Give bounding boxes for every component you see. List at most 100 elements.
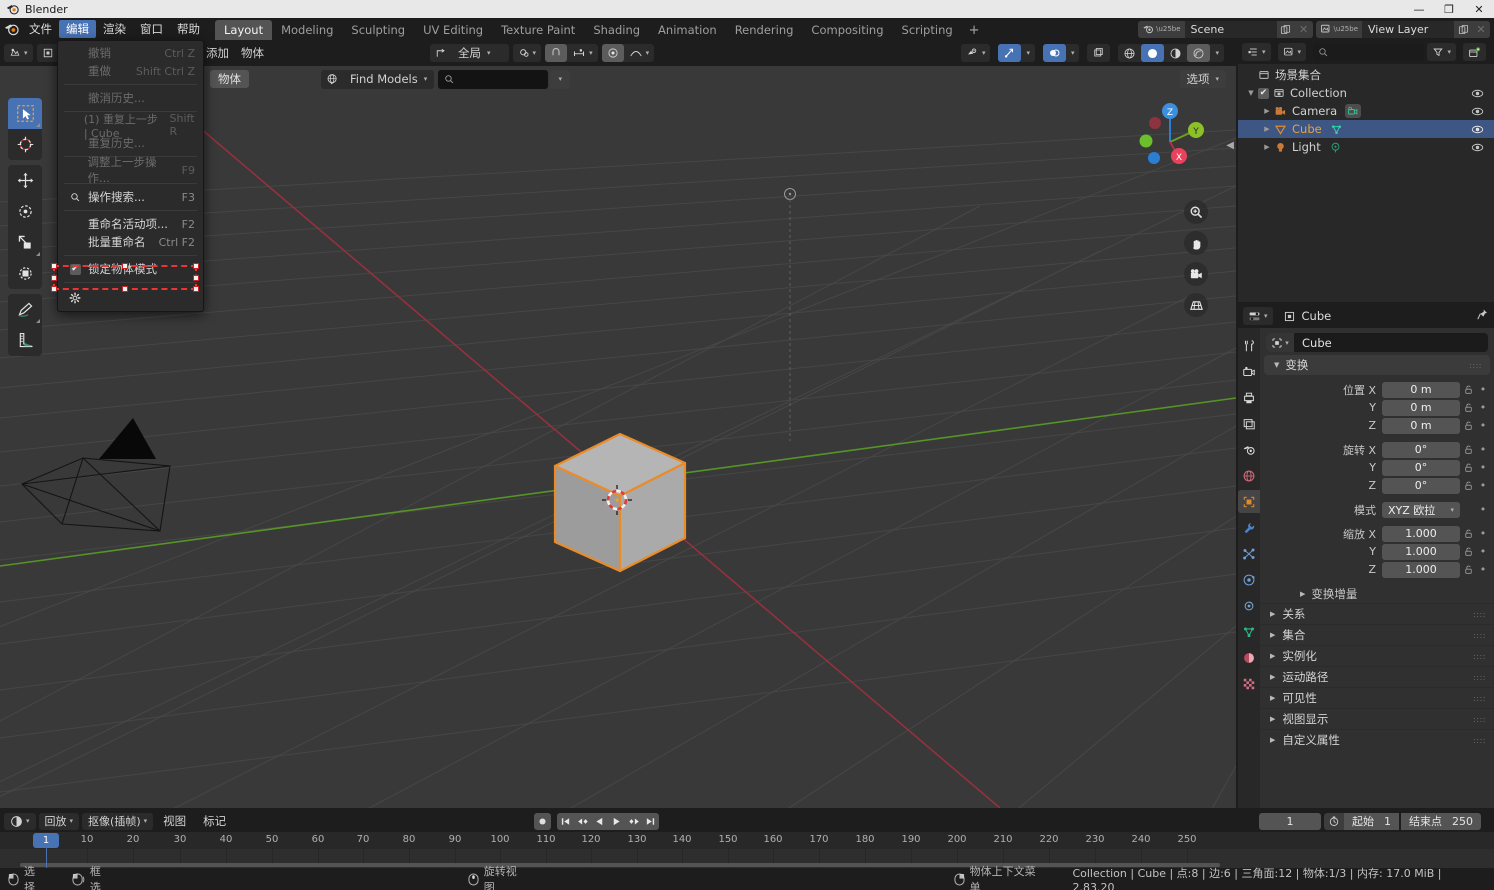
xray-group[interactable]	[1087, 44, 1111, 62]
eye-icon[interactable]	[1471, 141, 1484, 154]
tab-sculpting[interactable]: Sculpting	[342, 20, 414, 40]
current-frame-input[interactable]: 1	[1258, 812, 1321, 830]
interaction-mode-icon[interactable]	[37, 44, 59, 62]
panel-custom-properties[interactable]: ▶ 自定义属性 ::::	[1260, 729, 1494, 750]
object-context-pill[interactable]: 物体	[210, 70, 249, 88]
chevron-right-icon[interactable]: ▶	[1270, 673, 1275, 681]
properties-tab-scene[interactable]	[1238, 438, 1260, 461]
location-x-input[interactable]: 0 m	[1382, 381, 1460, 398]
viewlayer-icon[interactable]: \u25be	[1315, 20, 1362, 38]
unlink-scene-button[interactable]: ✕	[1294, 20, 1313, 38]
overlays-icon[interactable]	[1042, 44, 1066, 62]
location-z-input[interactable]: 0 m	[1382, 417, 1460, 434]
outliner-row-cube[interactable]: ▶ Cube	[1238, 120, 1494, 138]
outliner-editor[interactable]: ▾ ▾ ▾ 场景集合 ▼ ✔ Collection ▶ Camera ▶ Cub…	[1238, 40, 1494, 302]
new-scene-button[interactable]	[1276, 20, 1295, 38]
viewlayer-selector[interactable]: \u25be View Layer ✕	[1315, 20, 1490, 38]
tab-layout[interactable]: Layout	[215, 20, 273, 40]
scale-y-input[interactable]: 1.000	[1382, 543, 1460, 560]
panel-grip[interactable]: ::::	[1469, 361, 1482, 370]
properties-tab-constraints[interactable]	[1238, 594, 1260, 617]
animate-property-dot[interactable]: •	[1476, 545, 1490, 558]
animate-property-dot[interactable]: •	[1476, 383, 1490, 396]
transform-orientation[interactable]: 全局 ▾	[430, 44, 509, 62]
tab-animation[interactable]: Animation	[649, 20, 726, 40]
menu-item-rename-active[interactable]: 重命名活动项... F2	[58, 215, 203, 233]
scale-x-input[interactable]: 1.000	[1382, 525, 1460, 542]
lock-icon[interactable]	[1460, 480, 1476, 491]
editor-type-icon[interactable]: ▾	[4, 44, 33, 62]
rotation-x-input[interactable]: 0°	[1382, 441, 1460, 458]
animate-property-dot[interactable]: •	[1476, 401, 1490, 414]
properties-tab-render[interactable]	[1238, 360, 1260, 383]
funnel-icon[interactable]: ▾	[1427, 43, 1456, 61]
rotation-y-input[interactable]: 0°	[1382, 459, 1460, 476]
lock-icon[interactable]	[1460, 564, 1476, 575]
pin-icon[interactable]	[1476, 308, 1489, 324]
object-name-field[interactable]: ▾ Cube	[1266, 333, 1488, 352]
menu-item-operator-search[interactable]: 操作搜索... F3	[58, 188, 203, 206]
new-collection-icon[interactable]	[1463, 43, 1486, 61]
tool-move-button[interactable]	[8, 165, 42, 196]
tool-measure-button[interactable]	[8, 325, 42, 356]
animate-property-dot[interactable]: •	[1476, 443, 1490, 456]
panel-grip[interactable]: ::::	[1473, 652, 1486, 661]
light-data-icon[interactable]	[1329, 141, 1342, 154]
rotation-z-input[interactable]: 0°	[1382, 477, 1460, 494]
scale-z-input[interactable]: 1.000	[1382, 561, 1460, 578]
menu-item-batch-rename[interactable]: 批量重命名 Ctrl F2	[58, 233, 203, 251]
eye-icon[interactable]	[1471, 105, 1484, 118]
keying-menu[interactable]: 抠像(插帧) ▾	[82, 812, 154, 830]
chevron-right-icon[interactable]: ▶	[1300, 590, 1305, 598]
play-reverse-icon[interactable]	[591, 812, 609, 830]
eye-icon[interactable]	[1471, 87, 1484, 100]
record-icon[interactable]	[534, 812, 552, 830]
animate-property-dot[interactable]: •	[1476, 503, 1490, 516]
properties-tab-world[interactable]	[1238, 464, 1260, 487]
overlays-chevron-down-icon[interactable]: ▾	[1066, 44, 1080, 62]
object-icon[interactable]: ▾	[1266, 333, 1294, 352]
zoom-icon[interactable]	[1184, 200, 1208, 224]
scene-selector[interactable]: \u25be Scene ✕	[1138, 20, 1313, 38]
object-name-value[interactable]: Cube	[1294, 336, 1332, 350]
outliner-display-mode[interactable]: ▾	[1277, 43, 1307, 61]
jump-to-start-icon[interactable]	[557, 812, 575, 830]
prev-keyframe-icon[interactable]	[574, 812, 592, 830]
shading-modes[interactable]: ▾	[1118, 44, 1224, 62]
mesh-data-icon[interactable]	[1330, 123, 1343, 136]
chevron-down-icon[interactable]: ▼	[1274, 361, 1279, 369]
chevron-right-icon[interactable]: ▶	[1270, 610, 1275, 618]
timeline-ruler[interactable]: 1 10 20 30 40 50 60 70 80 90 100 110 120…	[0, 832, 1494, 849]
outliner-row-light[interactable]: ▶ Light	[1238, 138, 1494, 156]
menu-file[interactable]: 文件	[22, 20, 59, 38]
chevron-right-icon[interactable]: ▶	[1270, 715, 1275, 723]
playback-menu-button[interactable]: 回放 ▾	[39, 813, 80, 830]
snap-toggle-group[interactable]: ▾	[545, 44, 598, 62]
panel-viewport-display[interactable]: ▶ 视图显示 ::::	[1260, 708, 1494, 729]
properties-tab-material[interactable]	[1238, 646, 1260, 669]
camera-view-icon[interactable]	[1184, 262, 1208, 286]
panel-collections[interactable]: ▶ 集合 ::::	[1260, 624, 1494, 645]
menu-item-redo[interactable]: 重做 Shift Ctrl Z	[58, 62, 203, 80]
outliner-row-collection[interactable]: ▼ ✔ Collection	[1238, 84, 1494, 102]
tool-annotate-button[interactable]	[8, 294, 42, 325]
menu-help[interactable]: 帮助	[170, 20, 207, 38]
tool-cursor-button[interactable]	[8, 129, 42, 160]
transform-panel-header[interactable]: ▼ 变换 ::::	[1264, 355, 1490, 375]
animate-property-dot[interactable]: •	[1476, 527, 1490, 540]
edit-menu-dropdown[interactable]: 撤销 Ctrl Z 重做 Shift Ctrl Z 撤消历史... (1) 重复…	[57, 40, 204, 312]
timeline-editor[interactable]: ▾ 回放 ▾ 抠像(插帧) ▾ 视图 标记 1 起始 1 结束点 250 1 1…	[0, 810, 1494, 868]
properties-tab-modifiers[interactable]	[1238, 516, 1260, 539]
rendered-icon[interactable]	[1187, 44, 1211, 62]
rotation-mode-dropdown[interactable]: XYZ 欧拉 ▾	[1382, 501, 1460, 518]
panel-grip[interactable]: ::::	[1473, 715, 1486, 724]
tool-transform-button[interactable]	[8, 258, 42, 289]
scene-name[interactable]: Scene	[1184, 20, 1277, 38]
outliner-row-scene-collection[interactable]: 场景集合	[1238, 66, 1494, 84]
ortho-persp-icon[interactable]	[1184, 293, 1208, 317]
delta-transform-panel-header[interactable]: ▶ 变换增量	[1260, 585, 1494, 603]
visibility-group[interactable]: ▾	[960, 44, 991, 62]
add-workspace-button[interactable]: +	[962, 20, 987, 40]
collection-checkbox[interactable]: ✔	[1258, 87, 1269, 99]
find-models-addon[interactable]: Find Models ▾	[321, 69, 435, 89]
